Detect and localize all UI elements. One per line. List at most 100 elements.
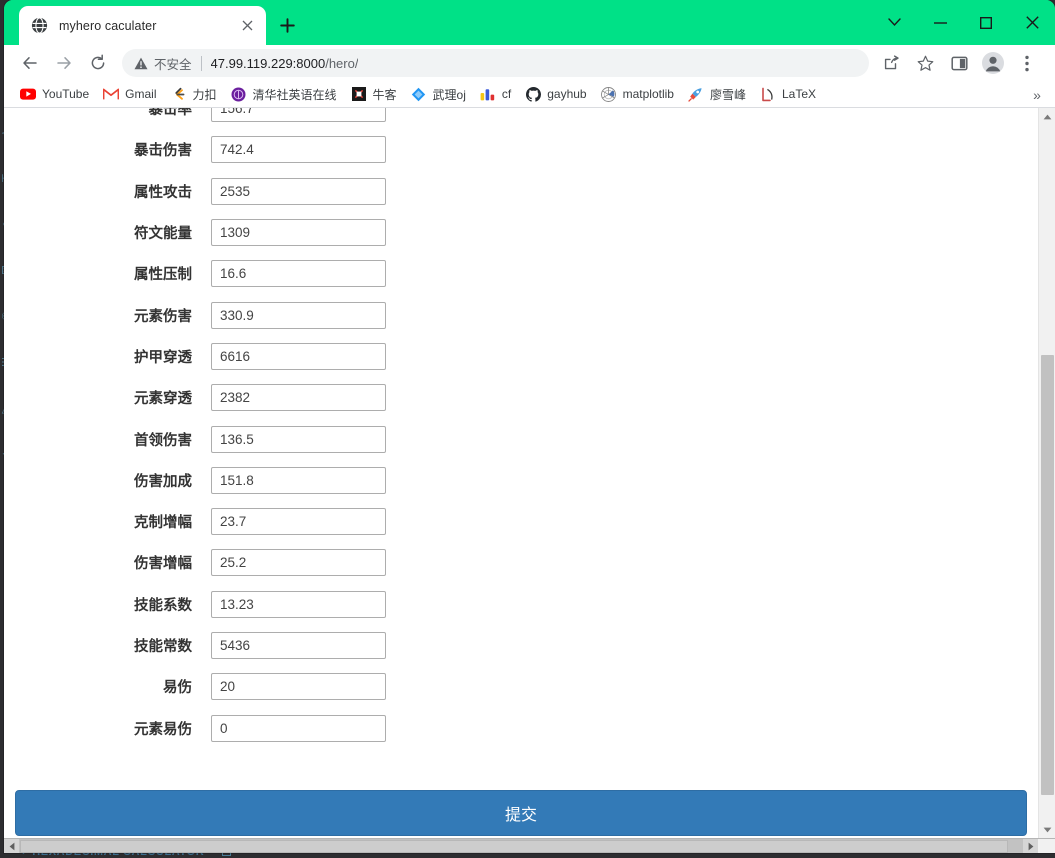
form-field-input[interactable] <box>211 508 386 536</box>
profile-avatar[interactable] <box>979 49 1007 77</box>
bookmark-liaoxuefeng[interactable]: 廖雪峰 <box>682 83 752 105</box>
form-row: 符文能量 <box>4 212 1038 253</box>
bookmark-youtube[interactable]: YouTube <box>14 83 95 105</box>
form-row: 技能常数 <box>4 625 1038 666</box>
tsinghua-icon <box>231 86 247 102</box>
hero-calculator-form: 暴击率暴击伤害属性攻击符文能量属性压制元素伤害护甲穿透元素穿透首领伤害伤害加成克… <box>4 108 1038 838</box>
form-field-input[interactable] <box>211 425 386 453</box>
scroll-left-arrow-icon[interactable] <box>4 839 19 853</box>
form-field-input[interactable] <box>211 714 386 742</box>
scroll-right-arrow-icon[interactable] <box>1023 839 1038 853</box>
form-field-label: 属性压制 <box>134 267 192 284</box>
form-row: 易伤 <box>4 666 1038 707</box>
vertical-scrollbar[interactable] <box>1038 108 1055 838</box>
bookmarks-overflow-button[interactable]: » <box>1027 84 1047 105</box>
form-field-input[interactable] <box>211 549 386 577</box>
share-icon[interactable] <box>877 49 905 77</box>
warning-triangle-icon <box>134 57 148 70</box>
form-field-label: 伤害增幅 <box>134 556 192 573</box>
form-field-input[interactable] <box>211 260 386 288</box>
form-field-input[interactable] <box>211 108 386 123</box>
nowcoder-icon <box>351 86 367 102</box>
form-field-label: 技能常数 <box>134 639 192 655</box>
form-field-label: 元素伤害 <box>134 308 192 325</box>
tab-strip: myhero caculater <box>4 0 1055 45</box>
bookmark-label: 武理oj <box>432 87 466 102</box>
form-field-input[interactable] <box>211 177 386 205</box>
window-controls <box>871 0 1055 45</box>
bookmark-wuli-oj[interactable]: 武理oj <box>405 83 472 105</box>
new-tab-button[interactable] <box>274 12 300 38</box>
submit-button[interactable]: 提交 <box>15 790 1027 836</box>
bookmark-label: cf <box>501 87 512 101</box>
bookmark-star-icon[interactable] <box>911 49 939 77</box>
form-field-label: 伤害加成 <box>134 473 192 490</box>
bookmark-label: matplotlib <box>622 87 674 101</box>
toolbar-right-group <box>877 49 1047 77</box>
bookmark-label: Gmail <box>125 87 157 101</box>
bookmark-leetcode[interactable]: 力扣 <box>165 83 223 105</box>
security-indicator[interactable]: 不安全 <box>134 54 192 73</box>
codeforces-icon <box>480 86 496 102</box>
bookmark-label: LaTeX <box>781 87 817 101</box>
page-viewport: 暴击率暴击伤害属性攻击符文能量属性压制元素伤害护甲穿透元素穿透首领伤害伤害加成克… <box>4 108 1055 853</box>
form-row: 暴击率 <box>4 108 1038 129</box>
scroll-down-arrow-icon[interactable] <box>1039 821 1055 838</box>
submit-row: 提交 <box>15 790 1027 836</box>
vertical-scrollbar-thumb[interactable] <box>1041 355 1054 795</box>
browser-menu-button[interactable] <box>1013 49 1041 77</box>
form-field-label: 易伤 <box>163 680 192 697</box>
bookmark-gayhub[interactable]: gayhub <box>519 83 592 105</box>
bookmark-latex[interactable]: LaTeX <box>754 83 822 105</box>
tab-search-button[interactable] <box>871 0 917 45</box>
minimize-button[interactable] <box>917 0 963 45</box>
security-text: 不安全 <box>154 57 192 72</box>
bookmark-label: YouTube <box>42 87 90 101</box>
back-button[interactable] <box>16 49 44 77</box>
form-row: 暴击伤害 <box>4 129 1038 170</box>
tab-close-icon[interactable] <box>236 15 258 37</box>
horizontal-scrollbar[interactable] <box>4 838 1055 853</box>
form-field-input[interactable] <box>211 466 386 494</box>
bookmark-label: 廖雪峰 <box>709 87 746 102</box>
bookmark-label: gayhub <box>547 87 587 101</box>
form-field-input[interactable] <box>211 136 386 164</box>
scroll-up-arrow-icon[interactable] <box>1039 108 1055 125</box>
form-field-label: 技能系数 <box>134 597 192 614</box>
bookmark-codeforces[interactable]: cf <box>474 83 517 105</box>
omnibox-divider <box>200 55 202 71</box>
side-panel-icon[interactable] <box>945 49 973 77</box>
form-field-input[interactable] <box>211 301 386 329</box>
bookmark-label: 牛客 <box>372 87 397 102</box>
scrollbar-corner <box>1038 839 1055 853</box>
bookmark-nowcoder[interactable]: 牛客 <box>345 83 403 105</box>
form-field-input[interactable] <box>211 219 386 247</box>
form-field-list: 暴击率暴击伤害属性攻击符文能量属性压制元素伤害护甲穿透元素穿透首领伤害伤害加成克… <box>4 108 1038 749</box>
gmail-icon <box>103 86 120 102</box>
form-field-input[interactable] <box>211 384 386 412</box>
form-field-input[interactable] <box>211 632 386 659</box>
maximize-button[interactable] <box>963 0 1009 45</box>
form-row: 首领伤害 <box>4 418 1038 459</box>
horizontal-scrollbar-thumb[interactable] <box>20 840 1008 853</box>
address-bar[interactable]: 不安全 47.99.119.229:8000/hero/ <box>122 49 869 77</box>
form-field-input[interactable] <box>211 673 386 701</box>
form-field-input[interactable] <box>211 342 386 370</box>
bookmark-matplotlib[interactable]: matplotlib <box>595 83 680 105</box>
url-path: /hero/ <box>325 55 359 71</box>
window-close-button[interactable] <box>1009 0 1055 45</box>
forward-button[interactable] <box>50 49 78 77</box>
tab-myhero-caculater[interactable]: myhero caculater <box>19 6 266 45</box>
bookmark-tsinghua[interactable]: 清华社英语在线 <box>225 83 343 105</box>
reload-button[interactable] <box>84 49 112 77</box>
url-host: 47.99.119.229:8000 <box>210 55 326 71</box>
bookmark-gmail[interactable]: Gmail <box>97 83 162 105</box>
form-field-input[interactable] <box>211 590 386 618</box>
form-row: 属性攻击 <box>4 171 1038 212</box>
form-field-label: 首领伤害 <box>134 432 192 449</box>
leetcode-icon <box>171 86 187 102</box>
form-field-label: 符文能量 <box>134 226 192 243</box>
github-icon <box>525 86 541 102</box>
form-row: 克制增幅 <box>4 501 1038 542</box>
form-field-label: 护甲穿透 <box>134 349 192 366</box>
